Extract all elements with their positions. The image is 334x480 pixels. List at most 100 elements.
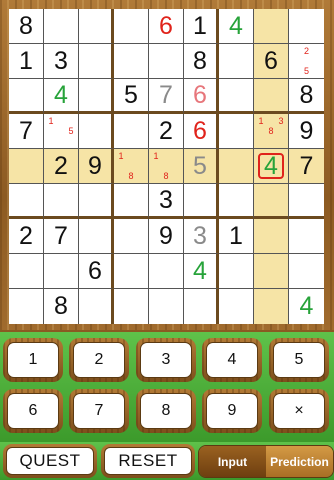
cell-r5-c7[interactable]: [219, 149, 254, 184]
key-6-label[interactable]: 6: [7, 393, 59, 429]
cell-r6-c9[interactable]: [289, 184, 324, 219]
cell-r6-c7[interactable]: [219, 184, 254, 219]
cell-r4-c1[interactable]: 7: [9, 114, 44, 149]
key-3-label[interactable]: 3: [140, 342, 192, 378]
cell-r7-c2[interactable]: 7: [44, 219, 79, 254]
cell-r7-c9[interactable]: [289, 219, 324, 254]
cell-r9-c4[interactable]: [114, 289, 149, 324]
cell-r1-c6[interactable]: 1: [184, 9, 219, 44]
key-7-label[interactable]: 7: [73, 393, 125, 429]
cell-r8-c4[interactable]: [114, 254, 149, 289]
cell-r9-c1[interactable]: [9, 289, 44, 324]
cell-r2-c3[interactable]: [79, 44, 114, 79]
cell-r8-c8[interactable]: [254, 254, 289, 289]
cell-r2-c2[interactable]: 3: [44, 44, 79, 79]
cell-r7-c1[interactable]: 2: [9, 219, 44, 254]
cell-r7-c4[interactable]: [114, 219, 149, 254]
cell-r5-c5[interactable]: 18: [149, 149, 184, 184]
key-6[interactable]: 6: [3, 389, 63, 433]
cell-r2-c5[interactable]: [149, 44, 184, 79]
clear-key-label[interactable]: ×: [273, 393, 325, 429]
key-9[interactable]: 9: [202, 389, 262, 433]
key-4-label[interactable]: 4: [206, 342, 258, 378]
cell-r2-c8[interactable]: 6: [254, 44, 289, 79]
reset-button[interactable]: RESET: [101, 444, 195, 478]
key-1[interactable]: 1: [3, 338, 63, 382]
cell-r5-c4[interactable]: 18: [114, 149, 149, 184]
mode-input-tab[interactable]: Input: [199, 446, 266, 477]
cell-r8-c9[interactable]: [289, 254, 324, 289]
quest-button-label[interactable]: QUEST: [6, 447, 94, 475]
cell-r7-c3[interactable]: [79, 219, 114, 254]
cell-r7-c8[interactable]: [254, 219, 289, 254]
cell-r6-c2[interactable]: [44, 184, 79, 219]
mode-toggle[interactable]: Input Prediction: [198, 445, 334, 478]
cell-r5-c9[interactable]: 7: [289, 149, 324, 184]
cell-r1-c5[interactable]: 6: [149, 9, 184, 44]
cell-r3-c5[interactable]: 7: [149, 79, 184, 114]
key-7[interactable]: 7: [69, 389, 129, 433]
cell-r2-c6[interactable]: 8: [184, 44, 219, 79]
key-4[interactable]: 4: [202, 338, 262, 382]
cell-r6-c4[interactable]: [114, 184, 149, 219]
mode-prediction-tab[interactable]: Prediction: [266, 446, 333, 477]
key-8[interactable]: 8: [136, 389, 196, 433]
cell-r4-c7[interactable]: [219, 114, 254, 149]
cell-r9-c7[interactable]: [219, 289, 254, 324]
cell-r1-c9[interactable]: [289, 9, 324, 44]
cell-r4-c2[interactable]: 15: [44, 114, 79, 149]
key-9-label[interactable]: 9: [206, 393, 258, 429]
cell-r1-c3[interactable]: [79, 9, 114, 44]
cell-r1-c1[interactable]: 8: [9, 9, 44, 44]
cell-r1-c2[interactable]: [44, 9, 79, 44]
cell-r4-c9[interactable]: 9: [289, 114, 324, 149]
cell-r8-c2[interactable]: [44, 254, 79, 289]
cell-r3-c9[interactable]: 8: [289, 79, 324, 114]
cell-r4-c5[interactable]: 2: [149, 114, 184, 149]
cell-r9-c8[interactable]: [254, 289, 289, 324]
key-2-label[interactable]: 2: [73, 342, 125, 378]
cell-r4-c3[interactable]: [79, 114, 114, 149]
key-5-label[interactable]: 5: [273, 342, 325, 378]
cell-r1-c7[interactable]: 4: [219, 9, 254, 44]
cell-r5-c2[interactable]: 2: [44, 149, 79, 184]
cell-r6-c1[interactable]: [9, 184, 44, 219]
cell-r8-c5[interactable]: [149, 254, 184, 289]
cell-r2-c9[interactable]: 25: [289, 44, 324, 79]
cell-r9-c9[interactable]: 4: [289, 289, 324, 324]
cell-r3-c7[interactable]: [219, 79, 254, 114]
cell-r3-c1[interactable]: [9, 79, 44, 114]
cell-r7-c5[interactable]: 9: [149, 219, 184, 254]
cell-r8-c6[interactable]: 4: [184, 254, 219, 289]
key-3[interactable]: 3: [136, 338, 196, 382]
quest-button[interactable]: QUEST: [3, 444, 97, 478]
cell-r4-c8[interactable]: 1 38: [254, 114, 289, 149]
reset-button-label[interactable]: RESET: [104, 447, 192, 475]
cell-r2-c1[interactable]: 1: [9, 44, 44, 79]
cell-r9-c6[interactable]: [184, 289, 219, 324]
cell-r5-c3[interactable]: 9: [79, 149, 114, 184]
cell-r9-c2[interactable]: 8: [44, 289, 79, 324]
cell-r9-c5[interactable]: [149, 289, 184, 324]
cell-r4-c4[interactable]: [114, 114, 149, 149]
cell-r3-c2[interactable]: 4: [44, 79, 79, 114]
cell-r6-c5[interactable]: 3: [149, 184, 184, 219]
cell-r5-c1[interactable]: [9, 149, 44, 184]
cell-r3-c6[interactable]: 6: [184, 79, 219, 114]
cell-r4-c6[interactable]: 6: [184, 114, 219, 149]
cell-r6-c6[interactable]: [184, 184, 219, 219]
cell-r2-c7[interactable]: [219, 44, 254, 79]
cell-r7-c7[interactable]: 1: [219, 219, 254, 254]
key-2[interactable]: 2: [69, 338, 129, 382]
clear-key[interactable]: ×: [269, 389, 329, 433]
cell-r6-c8[interactable]: [254, 184, 289, 219]
cell-r3-c4[interactable]: 5: [114, 79, 149, 114]
cell-r3-c8[interactable]: [254, 79, 289, 114]
key-5[interactable]: 5: [269, 338, 329, 382]
key-1-label[interactable]: 1: [7, 342, 59, 378]
cell-r2-c4[interactable]: [114, 44, 149, 79]
cell-r7-c6[interactable]: 3: [184, 219, 219, 254]
cell-r5-c6[interactable]: 5: [184, 149, 219, 184]
cell-r8-c1[interactable]: [9, 254, 44, 289]
key-8-label[interactable]: 8: [140, 393, 192, 429]
